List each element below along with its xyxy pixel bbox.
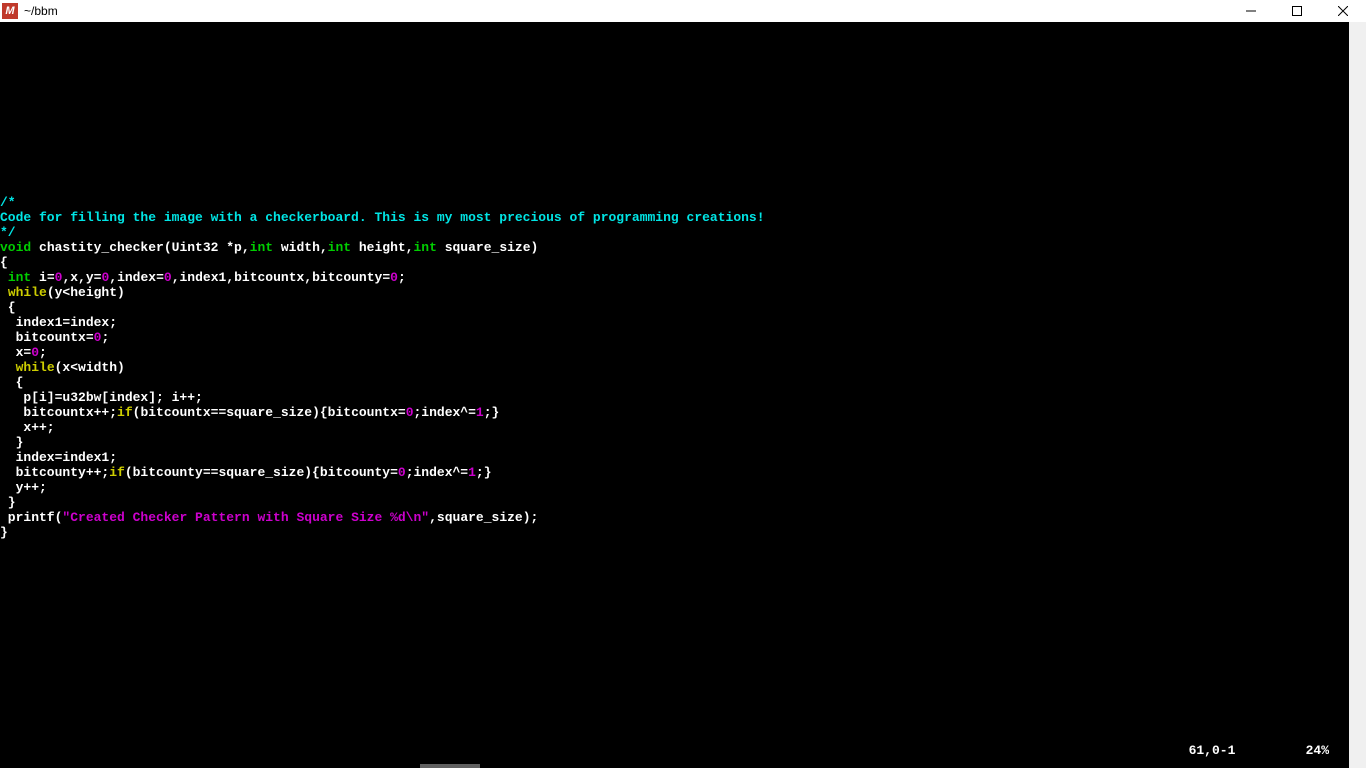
code-token: while xyxy=(16,360,55,375)
code-token xyxy=(0,285,8,300)
terminal-content[interactable]: /* Code for filling the image with a che… xyxy=(0,22,1349,768)
code-token: 0 xyxy=(31,345,39,360)
app-icon: M xyxy=(2,3,18,19)
code-token: 0 xyxy=(398,465,406,480)
code-line: } xyxy=(0,525,8,540)
close-button[interactable] xyxy=(1320,0,1366,22)
vim-status-line: 61,0-1 24% xyxy=(1189,743,1329,758)
code-token: 1 xyxy=(468,465,476,480)
code-token: ;index^= xyxy=(414,405,476,420)
code-token: ;} xyxy=(476,465,492,480)
maximize-button[interactable] xyxy=(1274,0,1320,22)
code-line: /* xyxy=(0,195,16,210)
code-line: { xyxy=(0,255,8,270)
code-token: 0 xyxy=(390,270,398,285)
code-token: (bitcountx==square_size){bitcountx= xyxy=(133,405,406,420)
titlebar: M ~/bbm xyxy=(0,0,1366,22)
code-token: " xyxy=(421,510,429,525)
code-line: p[i]=u32bw[index]; i++; xyxy=(0,390,203,405)
code-token: while xyxy=(8,285,47,300)
code-token: void xyxy=(0,240,31,255)
code-token: ,index1,bitcountx,bitcounty= xyxy=(172,270,390,285)
horizontal-scrollbar[interactable] xyxy=(0,764,1349,768)
code-token: 0 xyxy=(406,405,414,420)
code-token: ,square_size); xyxy=(429,510,538,525)
code-line: Code for filling the image with a checke… xyxy=(0,210,765,225)
code-token: int xyxy=(250,240,273,255)
code-token: 0 xyxy=(164,270,172,285)
code-token: chastity_checker(Uint32 *p, xyxy=(31,240,249,255)
code-token: ; xyxy=(101,330,109,345)
code-line: */ xyxy=(0,225,16,240)
code-token: if xyxy=(117,405,133,420)
code-token: ,index= xyxy=(109,270,164,285)
code-token: int xyxy=(414,240,437,255)
code-token: 1 xyxy=(476,405,484,420)
code-token xyxy=(0,360,16,375)
code-token: "Created Checker Pattern with Square Siz… xyxy=(62,510,390,525)
code-line: y++; xyxy=(0,480,47,495)
scroll-percent: 24% xyxy=(1306,743,1329,758)
code-line: index=index1; xyxy=(0,450,117,465)
code-token: (x<width) xyxy=(55,360,125,375)
code-token: if xyxy=(109,465,125,480)
code-line: index1=index; xyxy=(0,315,117,330)
code-token: width, xyxy=(273,240,328,255)
code-token: ,x,y= xyxy=(62,270,101,285)
code-line: { xyxy=(0,375,23,390)
code-token: (bitcounty==square_size){bitcounty= xyxy=(125,465,398,480)
code-token: printf( xyxy=(0,510,62,525)
code-token: ; xyxy=(398,270,406,285)
code-token: bitcountx++; xyxy=(0,405,117,420)
code-token: (y<height) xyxy=(47,285,125,300)
code-token: height, xyxy=(351,240,413,255)
code-token: bitcountx= xyxy=(0,330,94,345)
code-area: /* Code for filling the image with a che… xyxy=(0,180,765,555)
code-token: ;index^= xyxy=(406,465,468,480)
minimize-button[interactable] xyxy=(1228,0,1274,22)
code-token: int xyxy=(328,240,351,255)
code-token: ; xyxy=(39,345,47,360)
horizontal-scroll-thumb[interactable] xyxy=(420,764,480,768)
code-token: x= xyxy=(0,345,31,360)
window-title: ~/bbm xyxy=(24,4,58,18)
code-token: ;} xyxy=(484,405,500,420)
code-token: i= xyxy=(31,270,54,285)
code-token: int xyxy=(8,270,31,285)
code-token xyxy=(0,270,8,285)
code-token: square_size) xyxy=(437,240,538,255)
cursor-position: 61,0-1 xyxy=(1189,743,1236,758)
code-line: x++; xyxy=(0,420,55,435)
code-line: } xyxy=(0,495,16,510)
code-token: bitcounty++; xyxy=(0,465,109,480)
code-line: { xyxy=(0,300,16,315)
code-line: } xyxy=(0,435,23,450)
code-token: %d\n xyxy=(390,510,421,525)
